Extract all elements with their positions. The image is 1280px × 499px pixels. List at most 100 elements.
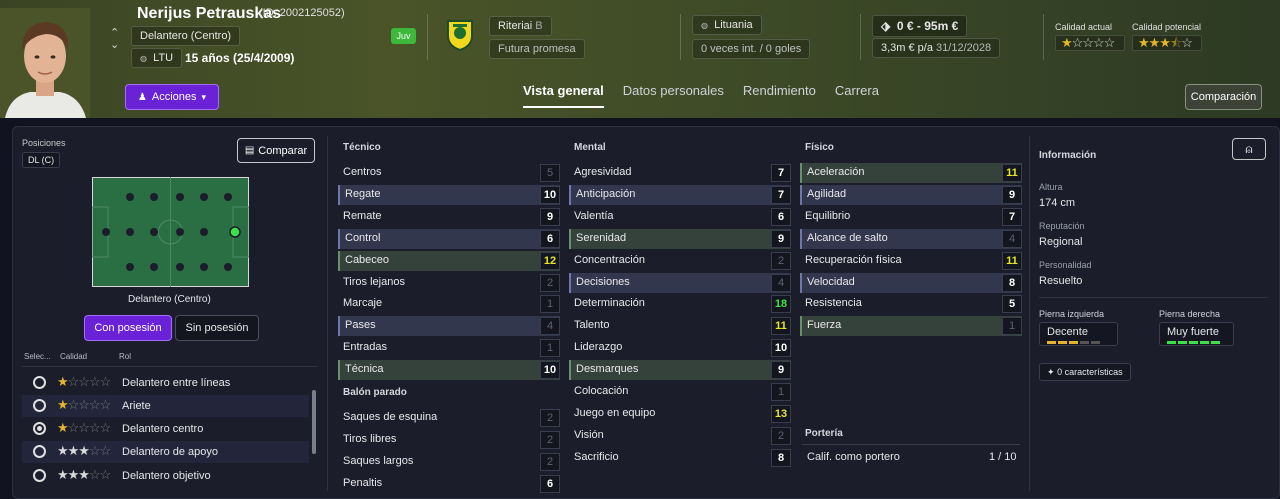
actions-button[interactable]: ♟ Acciones ▾ xyxy=(125,84,219,110)
tab-career[interactable]: Carrera xyxy=(835,83,879,108)
attribute-row[interactable]: Equilibrio 7 xyxy=(800,207,1022,227)
attribute-name: Visión xyxy=(574,428,604,441)
attribute-row[interactable]: Agilidad 9 xyxy=(800,184,1022,205)
attribute-row[interactable]: Liderazgo 10 xyxy=(569,338,791,358)
attribute-row[interactable]: Resistencia 5 xyxy=(800,294,1022,314)
attribute-name: Desmarques xyxy=(576,363,639,376)
radio-button[interactable] xyxy=(33,399,46,412)
attribute-row[interactable]: Anticipación 7 xyxy=(569,184,791,205)
person-info-icon[interactable]: ⍝ xyxy=(1232,138,1266,160)
attribute-name: Control xyxy=(345,231,381,244)
role-name: Delantero objetivo xyxy=(122,470,211,482)
scrollbar[interactable] xyxy=(312,390,316,454)
radio-button-selected[interactable] xyxy=(33,422,46,435)
role-row[interactable]: ★☆☆☆☆ Delantero entre líneas xyxy=(22,372,309,394)
actions-label: Acciones xyxy=(151,91,197,103)
attribute-row[interactable]: Determinación 18 xyxy=(569,294,791,314)
attribute-row[interactable]: Juego en equipo 13 xyxy=(569,404,791,424)
role-stars: ★☆☆☆☆ xyxy=(57,397,111,412)
radio-button[interactable] xyxy=(33,469,46,482)
attribute-name: Valentía xyxy=(574,209,614,222)
attribute-row[interactable]: Desmarques 9 xyxy=(569,360,791,381)
attribute-row[interactable]: Sacrificio 8 xyxy=(569,448,791,468)
attribute-row[interactable]: Saques de esquina 2 xyxy=(338,408,560,428)
tab-personal[interactable]: Datos personales xyxy=(623,83,724,108)
nationality-chip[interactable]: ◍ Lituania xyxy=(692,15,762,35)
attribute-row[interactable]: Centros 5 xyxy=(338,163,560,183)
without-ball-button[interactable]: Sin posesión xyxy=(175,315,259,341)
radio-button[interactable] xyxy=(33,376,46,389)
attribute-row[interactable]: Serenidad 9 xyxy=(569,228,791,249)
attribute-value: 11 xyxy=(1002,164,1022,182)
traits-button[interactable]: ✦ 0 características xyxy=(1039,363,1131,381)
personality-label: Personalidad xyxy=(1039,260,1092,270)
attribute-name: Fuerza xyxy=(807,319,842,332)
attribute-row[interactable]: Tiros libres 2 xyxy=(338,430,560,450)
attribute-value: 10 xyxy=(771,339,791,358)
attribute-row[interactable]: Velocidad 8 xyxy=(800,272,1022,293)
attribute-row[interactable]: Concentración 2 xyxy=(569,251,791,271)
pitch-diagram xyxy=(91,177,250,292)
attribute-row[interactable]: Entradas 1 xyxy=(338,338,560,358)
comparison-button[interactable]: Comparación xyxy=(1185,84,1262,110)
attribute-row[interactable]: Control 6 xyxy=(338,228,560,249)
compare-button[interactable]: ▤ Comparar xyxy=(237,138,315,163)
role-row[interactable]: ★★★☆☆ Delantero objetivo xyxy=(22,465,309,487)
attribute-value: 11 xyxy=(1002,251,1022,270)
attribute-value: 10 xyxy=(540,361,560,380)
attribute-row[interactable]: Cabeceo 12 xyxy=(338,250,560,271)
attribute-row[interactable]: Fuerza 1 xyxy=(800,316,1022,337)
with-ball-button[interactable]: Con posesión xyxy=(84,315,172,341)
attribute-row[interactable]: Penaltis 6 xyxy=(338,474,560,494)
value-chip[interactable]: ⬗ 0 € - 95m € xyxy=(872,15,968,37)
role-row[interactable]: ★☆☆☆☆ Ariete xyxy=(22,395,309,417)
attribute-row[interactable]: Marcaje 1 xyxy=(338,294,560,314)
club-chip[interactable]: Riteriai B xyxy=(489,16,552,36)
tab-performance[interactable]: Rendimiento xyxy=(743,83,816,108)
chevron-down-icon: ▾ xyxy=(201,91,207,102)
right-foot-label: Pierna derecha xyxy=(1159,309,1221,319)
attribute-row[interactable]: Remate 9 xyxy=(338,207,560,227)
attribute-name: Centros xyxy=(343,166,382,178)
attribute-row[interactable]: Saques largos 2 xyxy=(338,452,560,472)
tab-overview[interactable]: Vista general xyxy=(523,83,604,108)
attribute-name: Anticipación xyxy=(576,187,636,200)
attribute-row[interactable]: Tiros lejanos 2 xyxy=(338,273,560,293)
current-quality-label: Calidad actual xyxy=(1055,22,1113,32)
attribute-row[interactable]: Colocación 1 xyxy=(569,382,791,402)
role-stars: ★☆☆☆☆ xyxy=(57,420,111,435)
globe-icon: ◍ xyxy=(140,54,147,63)
nation-chip[interactable]: ◍ LTU xyxy=(131,48,183,68)
attribute-row[interactable]: Talento 11 xyxy=(569,316,791,336)
left-foot-box: Decente xyxy=(1039,322,1118,346)
nationality: Lituania xyxy=(714,19,753,31)
attribute-row[interactable]: Decisiones 4 xyxy=(569,272,791,293)
attribute-row[interactable]: Recuperación física 11 xyxy=(800,251,1022,271)
radio-button[interactable] xyxy=(33,445,46,458)
reputation-value: Regional xyxy=(1039,236,1083,248)
attribute-value: 1 xyxy=(771,383,791,401)
player-photo xyxy=(0,8,90,118)
chevron-down-icon[interactable]: ⌄ xyxy=(110,38,119,51)
attribute-row[interactable]: Pases 4 xyxy=(338,316,560,337)
player-id: (ID: 2002125052) xyxy=(259,7,345,19)
info-title: Información xyxy=(1039,150,1097,161)
club-crest-icon[interactable] xyxy=(445,18,475,57)
attribute-row[interactable]: Agresividad 7 xyxy=(569,163,791,183)
position-chip: Delantero (Centro) xyxy=(131,26,241,46)
attribute-row[interactable]: Alcance de salto 4 xyxy=(800,228,1022,249)
attribute-value: 2 xyxy=(771,426,791,445)
attribute-row[interactable]: Técnica 10 xyxy=(338,360,560,381)
attribute-row[interactable]: Valentía 6 xyxy=(569,207,791,227)
attribute-row[interactable]: Aceleración 11 xyxy=(800,163,1022,183)
attribute-row[interactable]: Regate 10 xyxy=(338,184,560,205)
attribute-value: 18 xyxy=(771,295,791,314)
role-row[interactable]: ★★★☆☆ Delantero de apoyo xyxy=(22,441,309,463)
attribute-value: 10 xyxy=(540,185,560,204)
attribute-row[interactable]: Visión 2 xyxy=(569,426,791,446)
technical-title: Técnico xyxy=(343,142,381,153)
attribute-value: 5 xyxy=(1002,295,1022,314)
attribute-value: 6 xyxy=(540,229,560,248)
role-row[interactable]: ★☆☆☆☆ Delantero centro xyxy=(22,418,309,440)
attribute-name: Determinación xyxy=(574,297,645,310)
